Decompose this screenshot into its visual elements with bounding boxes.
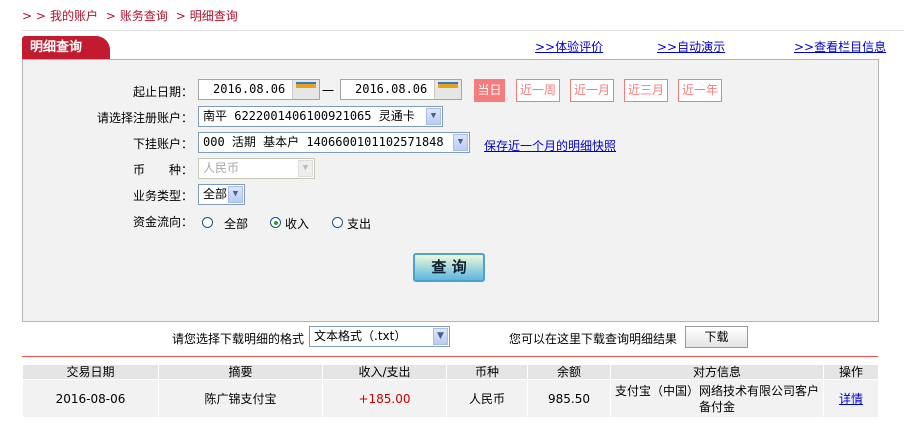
feedback-link[interactable]: >>体验评价: [535, 38, 603, 55]
flow-expense-radio[interactable]: [332, 217, 343, 228]
sub-account-select[interactable]: 000 活期 基本户 1406600101102571848 ▼: [198, 132, 470, 153]
column-header: 操作: [823, 364, 879, 380]
range-3month-button[interactable]: 近三月: [624, 79, 668, 102]
start-date-input[interactable]: 2016.08.06: [198, 79, 320, 100]
divider: [22, 356, 878, 357]
chevron-down-icon: ▼: [453, 134, 468, 151]
flow-all-radio[interactable]: [202, 217, 213, 228]
download-format-label: 请您选择下载明细的格式: [172, 332, 305, 346]
currency-label: 币 种：: [132, 163, 193, 177]
date-separator: 一: [322, 84, 335, 98]
column-header: 收入/支出: [322, 364, 447, 380]
breadcrumb-item: 明细查询: [189, 9, 238, 23]
account-select[interactable]: 南平 6222001406100921065 灵通卡 ▼: [198, 106, 443, 127]
calendar-icon[interactable]: [292, 80, 319, 99]
column-header: 对方信息: [610, 364, 824, 380]
currency-select: 人民币 ▼: [198, 158, 315, 179]
transactions-table: 交易日期 摘要 收入/支出 币种 余额 对方信息 操作 2016-08-06 陈…: [22, 364, 879, 418]
cell-currency: 人民币: [446, 379, 528, 418]
flow-income-label: 收入: [285, 217, 310, 231]
sub-account-label: 下挂账户：: [132, 137, 193, 151]
save-snapshot-link[interactable]: 保存近一个月的明细快照: [484, 137, 616, 154]
range-week-button[interactable]: 近一周: [516, 79, 560, 102]
flow-label: 资金流向：: [132, 215, 193, 229]
table-row: 2016-08-06 陈广锦支付宝 +185.00 人民币 985.50 支付宝…: [22, 379, 879, 418]
calendar-icon[interactable]: [434, 80, 461, 99]
tab-detail-query[interactable]: 明细查询: [22, 36, 110, 59]
details-link[interactable]: 详情: [839, 392, 863, 406]
chevron-down-icon: ▼: [298, 160, 313, 177]
auto-demo-link[interactable]: >>自动演示: [657, 38, 725, 55]
column-header: 摘要: [158, 364, 323, 380]
breadcrumb-item[interactable]: 我的账户: [50, 9, 98, 23]
column-header: 交易日期: [22, 364, 159, 380]
column-header: 币种: [446, 364, 528, 380]
cell-amount: +185.00: [322, 379, 447, 418]
download-hint: 您可以在这里下载查询明细结果: [509, 332, 678, 346]
range-year-button[interactable]: 近一年: [678, 79, 722, 102]
cell-balance: 985.50: [527, 379, 611, 418]
download-button[interactable]: 下载: [685, 326, 748, 348]
cell-counterparty: 支付宝（中国）网络技术有限公司客户备付金: [610, 379, 824, 418]
flow-income-radio[interactable]: [270, 217, 281, 228]
column-header: 余额: [527, 364, 611, 380]
range-month-button[interactable]: 近一月: [570, 79, 614, 102]
column-info-link[interactable]: >>查看栏目信息: [794, 38, 886, 55]
chevron-down-icon: ▼: [433, 328, 448, 345]
table-header: 交易日期 摘要 收入/支出 币种 余额 对方信息 操作: [22, 364, 879, 380]
range-today-button[interactable]: 当日: [474, 79, 505, 102]
cell-date: 2016-08-06: [22, 379, 159, 418]
divider: [22, 30, 904, 31]
end-date-input[interactable]: 2016.08.06: [340, 79, 462, 100]
type-select[interactable]: 全部 ▼: [198, 184, 245, 205]
chevron-down-icon: ▼: [426, 108, 441, 125]
type-label: 业务类型：: [132, 189, 193, 203]
cell-summary: 陈广锦支付宝: [158, 379, 323, 418]
breadcrumb-item[interactable]: 账务查询: [120, 9, 168, 23]
query-button[interactable]: 查 询: [413, 253, 485, 282]
flow-all-label: 全部: [224, 217, 249, 231]
date-label: 起止日期：: [132, 85, 193, 99]
breadcrumb: > > 我的账户 > 账务查询 > 明细查询: [22, 9, 238, 23]
chevron-down-icon: ▼: [228, 186, 243, 203]
download-format-select[interactable]: 文本格式（.txt） ▼: [309, 326, 450, 347]
account-label: 请选择注册账户：: [96, 111, 193, 125]
flow-expense-label: 支出: [347, 217, 372, 231]
